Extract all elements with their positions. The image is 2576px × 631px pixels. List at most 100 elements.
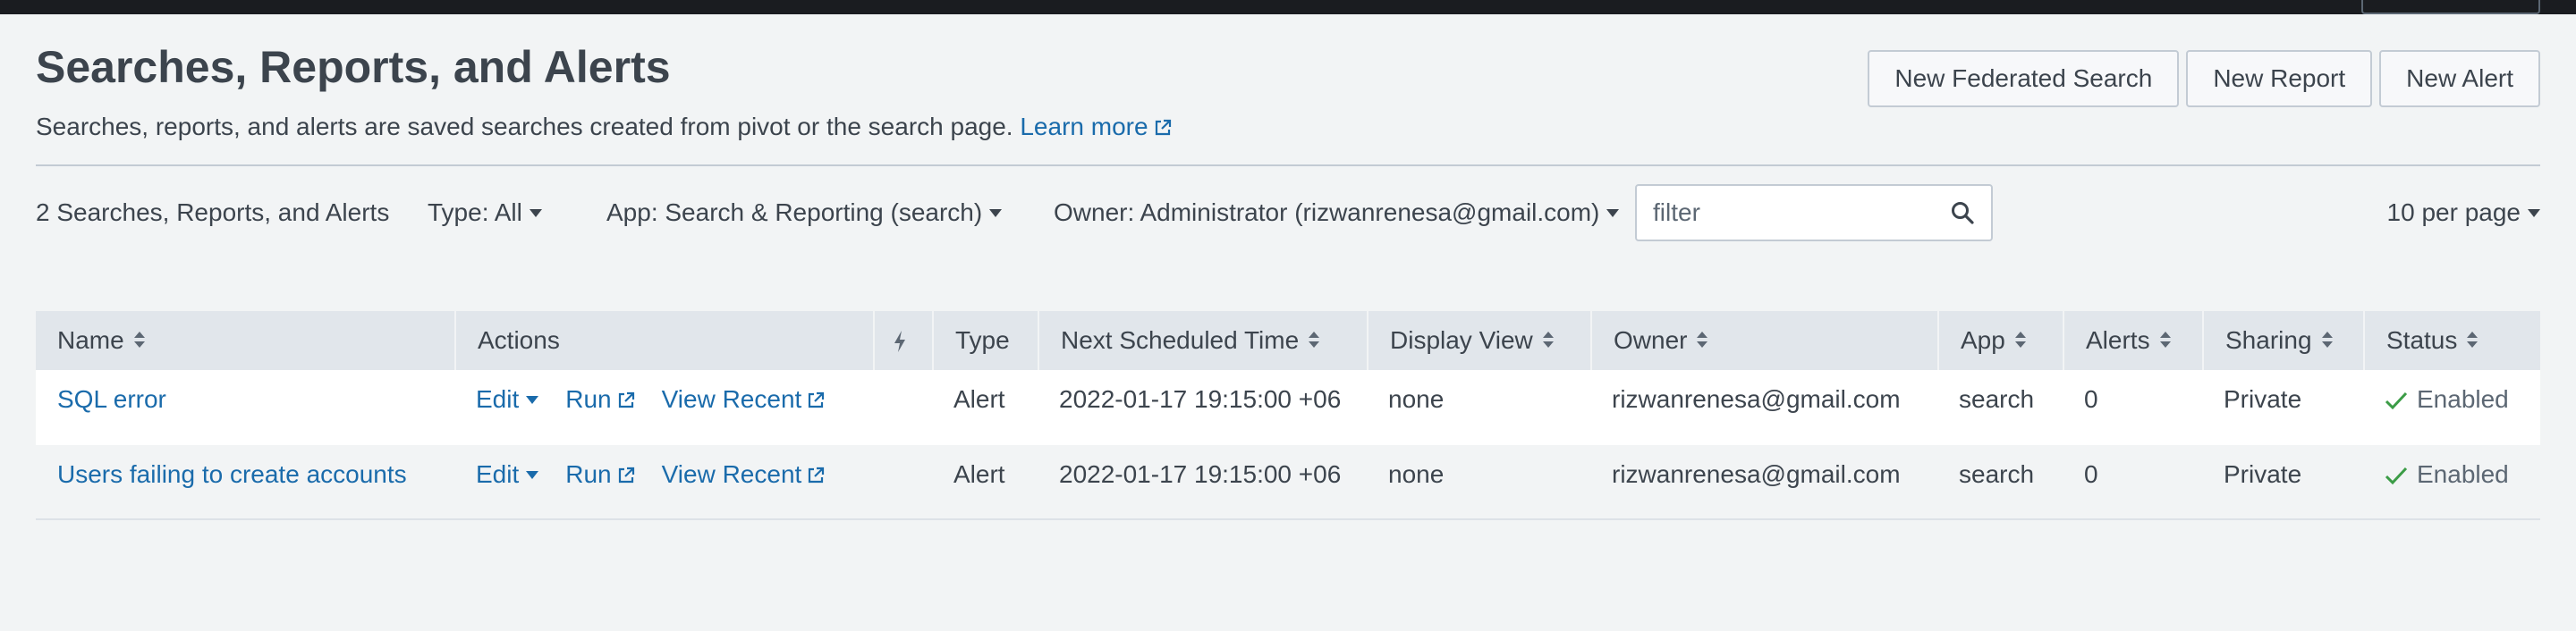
filter-input[interactable] bbox=[1637, 186, 1964, 240]
view-recent-link[interactable]: View Recent bbox=[662, 370, 826, 429]
header-buttons: New Federated Search New Report New Aler… bbox=[1868, 50, 2540, 107]
row-sharing: Private bbox=[2224, 385, 2302, 413]
sort-icon bbox=[2467, 332, 2479, 348]
row-type: Alert bbox=[953, 385, 1005, 413]
column-sharing-label: Sharing bbox=[2225, 326, 2312, 354]
check-icon bbox=[2385, 467, 2408, 485]
edit-label: Edit bbox=[476, 385, 520, 413]
row-owner: rizwanrenesa@gmail.com bbox=[1612, 460, 1901, 488]
column-status-label: Status bbox=[2386, 326, 2458, 354]
row-owner: rizwanrenesa@gmail.com bbox=[1612, 385, 1901, 413]
learn-more-link[interactable]: Learn more bbox=[1020, 113, 1171, 140]
new-federated-search-button[interactable]: New Federated Search bbox=[1868, 50, 2180, 107]
view-recent-link[interactable]: View Recent bbox=[662, 445, 826, 504]
row-name-link[interactable]: SQL error bbox=[57, 385, 166, 413]
chevron-down-icon bbox=[526, 471, 539, 479]
chevron-down-icon bbox=[526, 396, 539, 404]
edit-dropdown[interactable]: Edit bbox=[476, 445, 539, 504]
learn-more-label: Learn more bbox=[1020, 113, 1148, 140]
column-actions-label: Actions bbox=[478, 326, 560, 354]
column-alerts-label: Alerts bbox=[2086, 326, 2150, 354]
page-description-text: Searches, reports, and alerts are saved … bbox=[36, 113, 1013, 140]
external-link-icon bbox=[1155, 119, 1171, 136]
column-header-alerts[interactable]: Alerts bbox=[2063, 311, 2202, 370]
column-display-view-label: Display View bbox=[1390, 326, 1533, 354]
column-header-actions: Actions bbox=[454, 311, 873, 370]
per-page-dropdown[interactable]: 10 per page bbox=[2387, 184, 2540, 241]
row-name-link[interactable]: Users failing to create accounts bbox=[57, 460, 407, 488]
app-filter-dropdown[interactable]: App: Search & Reporting (search) bbox=[606, 184, 1003, 241]
external-link-icon bbox=[809, 391, 825, 408]
new-alert-button[interactable]: New Alert bbox=[2379, 50, 2540, 107]
column-owner-label: Owner bbox=[1614, 326, 1688, 354]
row-next-scheduled-time: 2022-01-17 19:15:00 +06 bbox=[1059, 385, 1342, 413]
row-status: Enabled bbox=[2363, 370, 2509, 429]
column-header-owner[interactable]: Owner bbox=[1590, 311, 1937, 370]
column-type-label: Type bbox=[955, 326, 1010, 354]
run-label: Run bbox=[565, 460, 612, 488]
table-header: Name Actions Type Next Scheduled Time Di… bbox=[36, 311, 2540, 370]
sort-icon bbox=[1697, 332, 1708, 348]
external-link-icon bbox=[618, 391, 634, 408]
row-type: Alert bbox=[953, 460, 1005, 488]
column-header-sharing[interactable]: Sharing bbox=[2202, 311, 2363, 370]
edit-dropdown[interactable]: Edit bbox=[476, 370, 539, 429]
row-alerts: 0 bbox=[2084, 460, 2098, 488]
column-header-status[interactable]: Status bbox=[2363, 311, 2540, 370]
chevron-down-icon bbox=[1606, 209, 1620, 217]
column-next-scheduled-time-label: Next Scheduled Time bbox=[1061, 326, 1300, 354]
row-alerts: 0 bbox=[2084, 385, 2098, 413]
chevron-down-icon bbox=[529, 209, 542, 217]
column-header-next-scheduled-time[interactable]: Next Scheduled Time bbox=[1038, 311, 1367, 370]
search-icon[interactable] bbox=[1950, 200, 1975, 225]
row-app: search bbox=[1959, 460, 2035, 488]
column-app-label: App bbox=[1961, 326, 2005, 354]
sort-icon bbox=[133, 332, 145, 348]
table-row: SQL error Edit Run View Recent Alert 2022-… bbox=[36, 370, 2540, 445]
per-page-label: 10 per page bbox=[2386, 198, 2521, 226]
row-status-label: Enabled bbox=[2417, 385, 2509, 413]
table-bottom-border bbox=[36, 518, 2540, 520]
check-icon bbox=[2385, 391, 2408, 410]
run-link[interactable]: Run bbox=[565, 370, 634, 429]
type-filter-dropdown[interactable]: Type: All bbox=[428, 184, 542, 241]
view-recent-label: View Recent bbox=[661, 385, 802, 413]
column-name-label: Name bbox=[57, 326, 124, 354]
saved-searches-table: Name Actions Type Next Scheduled Time Di… bbox=[36, 311, 2540, 520]
top-nav-button[interactable] bbox=[2361, 0, 2540, 14]
view-recent-label: View Recent bbox=[661, 460, 802, 488]
external-link-icon bbox=[618, 467, 634, 484]
filter-box bbox=[1635, 184, 1993, 241]
column-header-name[interactable]: Name bbox=[36, 311, 454, 370]
run-label: Run bbox=[565, 385, 612, 413]
external-link-icon bbox=[809, 467, 825, 484]
owner-filter-label: Owner: Administrator (rizwanrenesa@gmail… bbox=[1054, 198, 1600, 226]
owner-filter-dropdown[interactable]: Owner: Administrator (rizwanrenesa@gmail… bbox=[1054, 184, 1620, 241]
lightning-icon bbox=[894, 331, 905, 352]
sort-icon bbox=[2014, 332, 2026, 348]
header-divider bbox=[36, 164, 2540, 166]
row-display-view: none bbox=[1388, 460, 1445, 488]
new-report-button[interactable]: New Report bbox=[2186, 50, 2373, 107]
edit-label: Edit bbox=[476, 460, 520, 488]
row-status-label: Enabled bbox=[2417, 460, 2509, 488]
filter-toolbar: 2 Searches, Reports, and Alerts Type: Al… bbox=[36, 184, 2540, 241]
sort-icon bbox=[1309, 332, 1320, 348]
column-header-display-view[interactable]: Display View bbox=[1367, 311, 1590, 370]
sort-icon bbox=[2321, 332, 2333, 348]
column-header-scheduled[interactable] bbox=[873, 311, 932, 370]
sort-icon bbox=[2159, 332, 2171, 348]
sort-icon bbox=[1542, 332, 1554, 348]
row-sharing: Private bbox=[2224, 460, 2302, 488]
page-description: Searches, reports, and alerts are saved … bbox=[36, 113, 1172, 141]
type-filter-label: Type: All bbox=[428, 198, 522, 226]
result-count: 2 Searches, Reports, and Alerts bbox=[36, 198, 390, 226]
run-link[interactable]: Run bbox=[565, 445, 634, 504]
row-next-scheduled-time: 2022-01-17 19:15:00 +06 bbox=[1059, 460, 1342, 488]
chevron-down-icon bbox=[989, 209, 1003, 217]
chevron-down-icon bbox=[2528, 209, 2540, 217]
column-header-app[interactable]: App bbox=[1937, 311, 2063, 370]
table-row: Users failing to create accounts Edit Run… bbox=[36, 445, 2540, 520]
page-title: Searches, Reports, and Alerts bbox=[36, 42, 671, 92]
row-status: Enabled bbox=[2363, 445, 2509, 504]
